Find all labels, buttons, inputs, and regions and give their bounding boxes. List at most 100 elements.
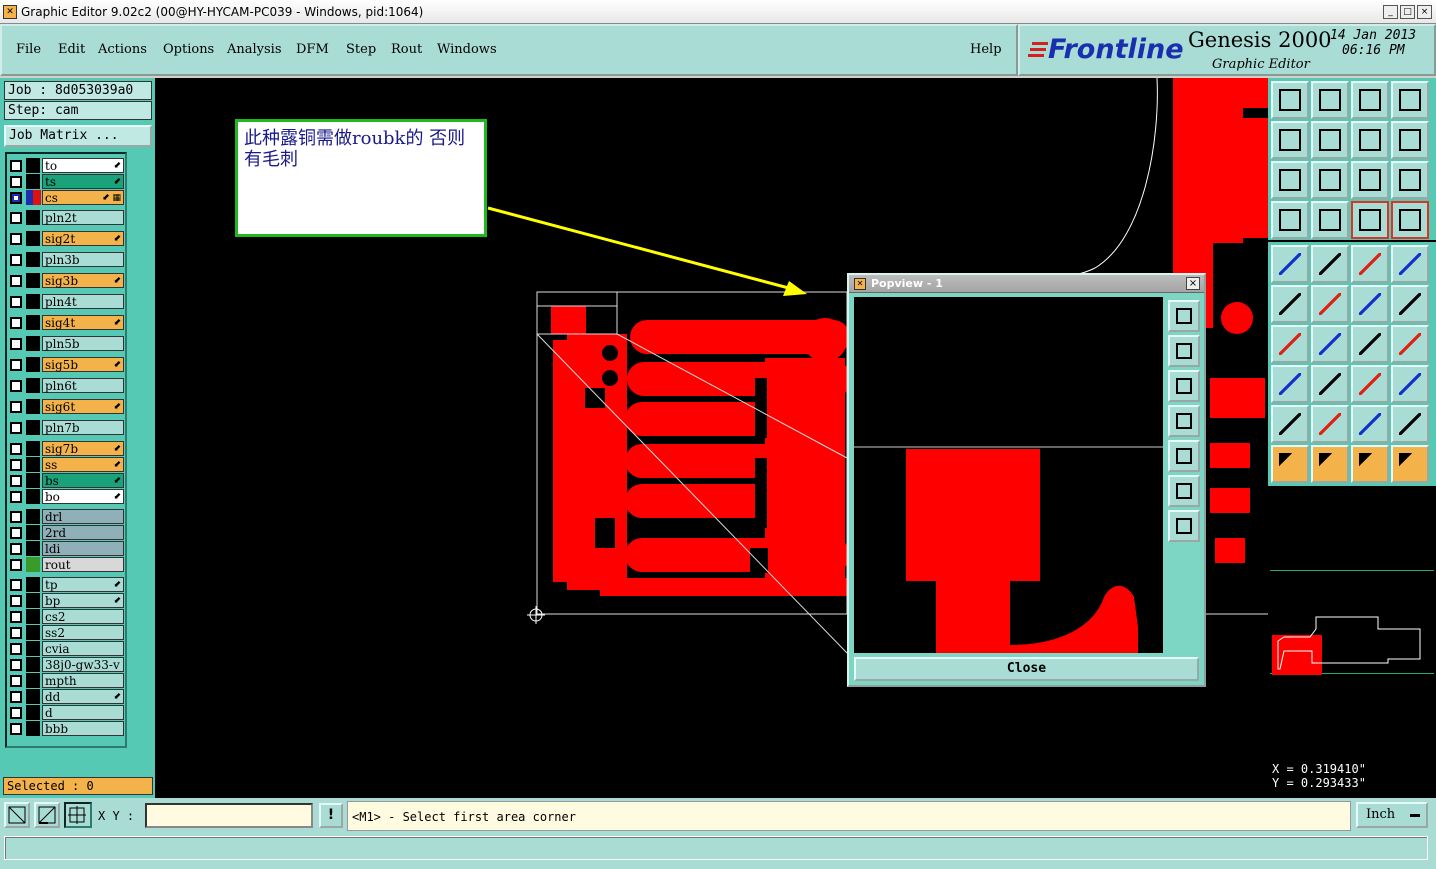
- layer-row-38j0-gw33-v[interactable]: 38j0-gw33-v: [7, 657, 125, 672]
- layer-row-ts[interactable]: ts ⬋: [7, 174, 125, 189]
- arc-button[interactable]: [1351, 325, 1389, 363]
- layer-row-rout[interactable]: rout: [7, 557, 125, 572]
- layer-name[interactable]: 38j0-gw33-v: [42, 657, 124, 672]
- layer-name[interactable]: pln6t: [42, 378, 124, 393]
- layer-row-tp[interactable]: tp ⬋: [7, 577, 125, 592]
- layer-name[interactable]: pln7b: [42, 420, 124, 435]
- pv-center-button[interactable]: [1168, 510, 1200, 542]
- layer-name[interactable]: drl: [42, 509, 124, 524]
- layer-name[interactable]: ts ⬋: [42, 174, 124, 189]
- layer-row-2rd[interactable]: 2rd: [7, 525, 125, 540]
- pv-fit-button[interactable]: [1168, 475, 1200, 507]
- layer-name[interactable]: ldi: [42, 541, 124, 556]
- layer-row-bo[interactable]: bo ⬋: [7, 489, 125, 504]
- layer-name[interactable]: sig7b ⬋: [42, 441, 124, 456]
- popview-close-icon[interactable]: ×: [1186, 277, 1200, 290]
- overview-map[interactable]: [1270, 570, 1434, 675]
- layer-name[interactable]: bs ⬋: [42, 473, 124, 488]
- layer-row-cs2[interactable]: cs2: [7, 609, 125, 624]
- layer-row-bp[interactable]: bp ⬋: [7, 593, 125, 608]
- layer-checkbox[interactable]: [10, 459, 22, 471]
- select-path-button[interactable]: [1391, 445, 1429, 483]
- layer-row-ss[interactable]: ss ⬋: [7, 457, 125, 472]
- center-button[interactable]: [1311, 161, 1349, 199]
- layer-row-ss2[interactable]: ss2: [7, 625, 125, 640]
- angle-button[interactable]: [34, 802, 60, 828]
- message-button[interactable]: !: [319, 803, 343, 828]
- layer-checkbox[interactable]: [10, 627, 22, 639]
- layer-checkbox[interactable]: [10, 233, 22, 245]
- layer-name[interactable]: mpth: [42, 673, 124, 688]
- layer-row-drl[interactable]: drl: [7, 509, 125, 524]
- select-box-2-button[interactable]: [1351, 445, 1389, 483]
- grid-button[interactable]: [64, 802, 92, 828]
- layer-row-cs[interactable]: cs ⬋ ▦: [7, 190, 125, 205]
- layer-name[interactable]: rout: [42, 557, 124, 572]
- pv-pan-right-button[interactable]: [1168, 440, 1200, 472]
- redraw-button[interactable]: [1351, 121, 1389, 159]
- layer-checkbox[interactable]: [10, 475, 22, 487]
- pv-pan-up-button[interactable]: [1168, 335, 1200, 367]
- layer-row-pln6t[interactable]: pln6t: [7, 378, 125, 393]
- polygon-button[interactable]: [1311, 245, 1349, 283]
- layer-row-pln2t[interactable]: pln2t: [7, 210, 125, 225]
- layer-name[interactable]: cvia: [42, 641, 124, 656]
- layer-checkbox[interactable]: [10, 643, 22, 655]
- select-box-button[interactable]: [1311, 445, 1349, 483]
- xy-input[interactable]: [145, 803, 313, 828]
- layer-name[interactable]: ss2: [42, 625, 124, 640]
- layer-checkbox[interactable]: [10, 707, 22, 719]
- snap-red-2-button[interactable]: [1391, 201, 1429, 239]
- layer-checkbox[interactable]: [10, 595, 22, 607]
- layer-row-sig3b[interactable]: sig3b ⬋: [7, 273, 125, 288]
- close-window-button[interactable]: ×: [1417, 4, 1432, 19]
- menu-step[interactable]: Step: [346, 42, 376, 57]
- menu-analysis[interactable]: Analysis: [227, 42, 282, 57]
- layer-checkbox[interactable]: [10, 579, 22, 591]
- help-query-button[interactable]: [1391, 161, 1429, 199]
- layer-row-pln3b[interactable]: pln3b: [7, 252, 125, 267]
- layer-checkbox[interactable]: [10, 296, 22, 308]
- layer-checkbox[interactable]: [10, 317, 22, 329]
- pan-right-button[interactable]: [1311, 121, 1349, 159]
- menu-file[interactable]: File: [16, 42, 41, 57]
- merge-button[interactable]: [1391, 365, 1429, 403]
- layer-checkbox[interactable]: [10, 511, 22, 523]
- pv-pan-left-button[interactable]: [1168, 405, 1200, 437]
- layer-checkbox[interactable]: [10, 212, 22, 224]
- menu-actions[interactable]: Actions: [98, 42, 147, 57]
- layer-checkbox[interactable]: [10, 192, 22, 204]
- menu-help[interactable]: Help: [970, 42, 1002, 57]
- layer-name[interactable]: bbb: [42, 721, 124, 736]
- layer-checkbox[interactable]: [10, 160, 22, 172]
- layer-name[interactable]: d: [42, 705, 124, 720]
- layer-name[interactable]: bp ⬋: [42, 593, 124, 608]
- layer-checkbox[interactable]: [10, 422, 22, 434]
- layer-row-mpth[interactable]: mpth: [7, 673, 125, 688]
- maximize-button[interactable]: □: [1400, 4, 1415, 19]
- layer-row-cvia[interactable]: cvia: [7, 641, 125, 656]
- layer-row-bs[interactable]: bs ⬋: [7, 473, 125, 488]
- menu-rout[interactable]: Rout: [391, 42, 422, 57]
- measure-button[interactable]: [1351, 365, 1389, 403]
- pad-button[interactable]: [1271, 245, 1309, 283]
- layer-checkbox[interactable]: [10, 275, 22, 287]
- layer-checkbox[interactable]: [10, 675, 22, 687]
- zoom-fit-button[interactable]: [4, 802, 30, 828]
- layer-name[interactable]: 2rd: [42, 525, 124, 540]
- layer-checkbox[interactable]: [10, 611, 22, 623]
- measure-tools-button[interactable]: [1271, 201, 1309, 239]
- copy-point-button[interactable]: [1271, 365, 1309, 403]
- layer-row-bbb[interactable]: bbb: [7, 721, 125, 736]
- layer-name[interactable]: ss ⬋: [42, 457, 124, 472]
- layer-checkbox[interactable]: [10, 559, 22, 571]
- grid-toggle-button[interactable]: [1311, 201, 1349, 239]
- layer-row-sig2t[interactable]: sig2t ⬋: [7, 231, 125, 246]
- popview-close-button[interactable]: Close: [854, 657, 1199, 681]
- layer-checkbox[interactable]: [10, 659, 22, 671]
- layer-row-sig6t[interactable]: sig6t ⬋: [7, 399, 125, 414]
- layer-name[interactable]: dd ⬋: [42, 689, 124, 704]
- layer-checkbox[interactable]: [10, 527, 22, 539]
- layer-name[interactable]: sig6t ⬋: [42, 399, 124, 414]
- layer-row-dd[interactable]: dd ⬋: [7, 689, 125, 704]
